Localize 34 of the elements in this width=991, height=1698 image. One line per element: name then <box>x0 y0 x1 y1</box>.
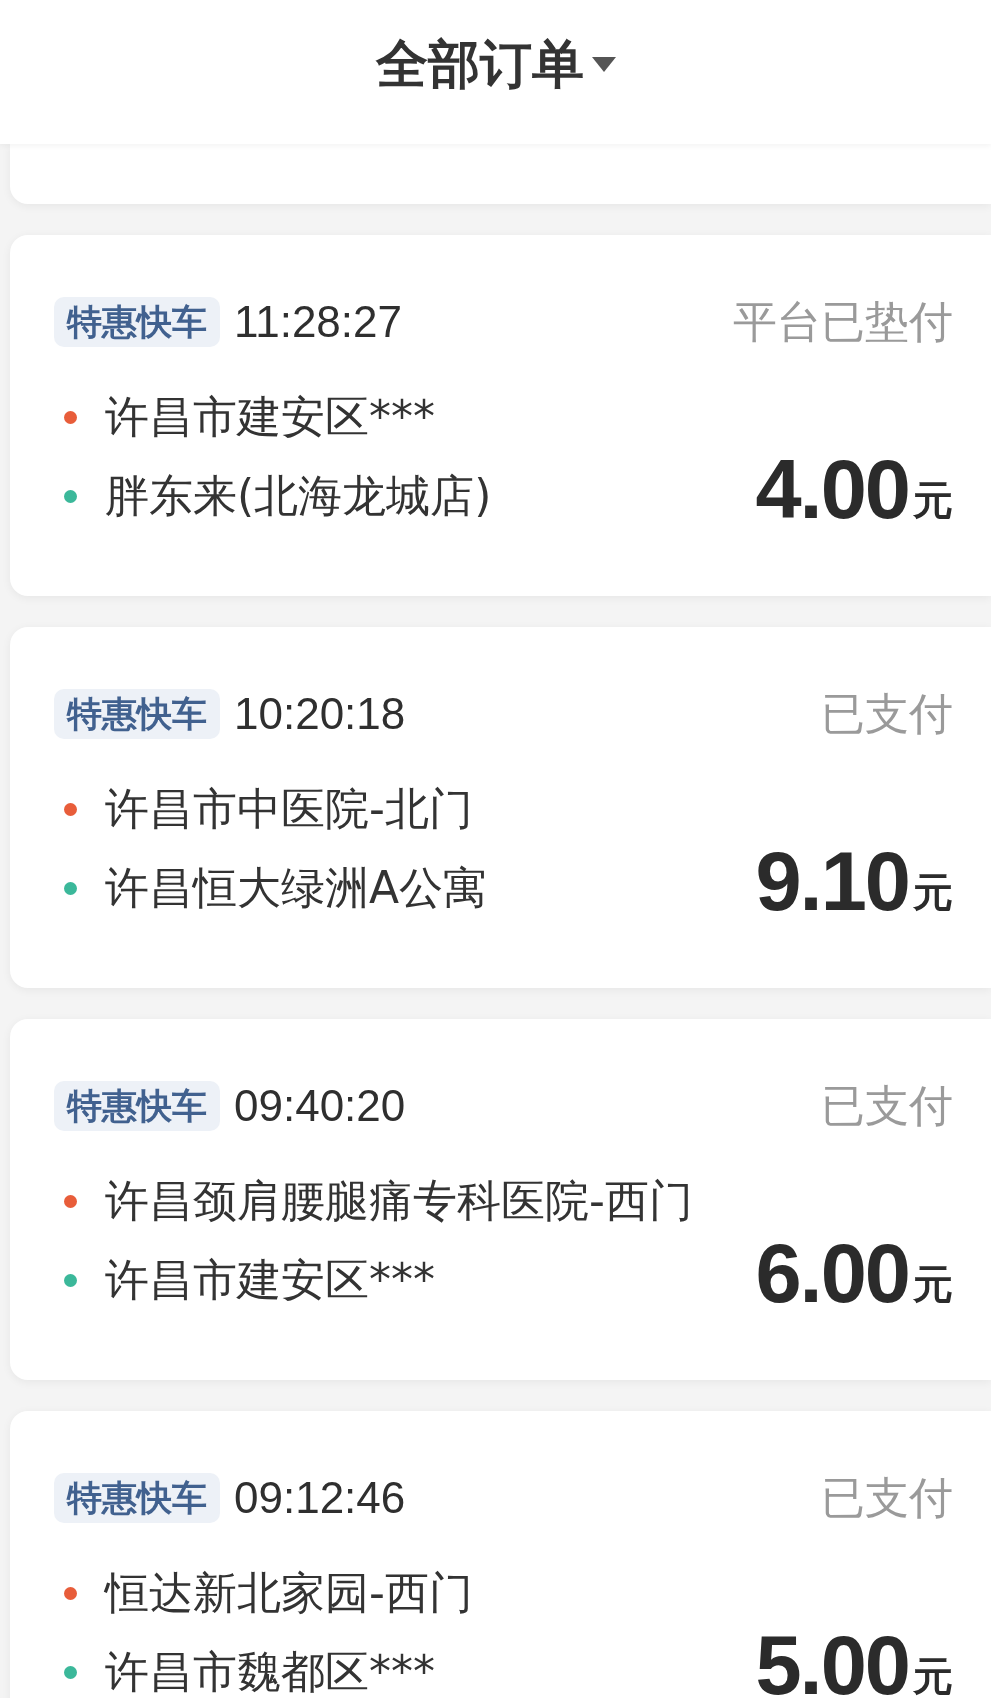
payment-status: 平台已垫付 <box>733 297 953 347</box>
address-text: 胖东来(北海龙城店) <box>105 469 492 523</box>
order-time: 09:40:20 <box>234 1081 406 1131</box>
order-time: 10:20:18 <box>234 689 406 739</box>
price-amount: 4.00 <box>755 460 909 520</box>
address-text: 许昌市建安区*** <box>105 1253 435 1307</box>
order-time: 09:12:46 <box>234 1473 406 1523</box>
price-amount: 9.10 <box>755 852 909 912</box>
currency-text: 元 <box>913 1656 953 1696</box>
address-text: 许昌恒大绿洲A公寓 <box>105 861 488 915</box>
payment-status: 已支付 <box>821 1081 953 1131</box>
address-text: 许昌市魏都区*** <box>105 1645 435 1698</box>
service-tag: 特惠快车 <box>54 689 220 739</box>
price-amount: 5.00 <box>755 1636 909 1696</box>
address-text: 许昌市建安区*** <box>105 390 435 444</box>
currency-text: 元 <box>913 1264 953 1304</box>
price-amount: 6.00 <box>755 1244 909 1304</box>
currency-text: 元 <box>913 480 953 520</box>
address-text: 恒达新北家园-西门 <box>105 1566 473 1620</box>
order-card[interactable]: 特惠快车 09:40:20 已支付 许昌颈肩腰腿痛专科医院-西门 许昌市建安区*** 6.00元 <box>10 1019 991 1380</box>
order-card[interactable]: 特惠快车 10:20:18 已支付 许昌市中医院-北门 许昌恒大绿洲A公寓 9.10元 <box>10 627 991 988</box>
order-filter-dropdown[interactable]: 全部订单 <box>375 36 616 92</box>
caret-icon <box>591 56 616 72</box>
currency-text: 元 <box>913 872 953 912</box>
service-tag: 特惠快车 <box>54 1081 220 1131</box>
service-tag: 特惠快车 <box>54 297 220 347</box>
order-card[interactable]: 特惠快车 09:12:46 已支付 恒达新北家园-西门 许昌市魏都区*** 5.00元 <box>10 1411 991 1698</box>
service-tag: 特惠快车 <box>54 1473 220 1523</box>
address-text: 许昌市中医院-北门 <box>105 782 473 836</box>
order-card[interactable]: 特惠快车 11:28:27 平台已垫付 许昌市建安区*** 胖东来(北海龙城店) 4.00元 <box>10 235 991 596</box>
order-time: 11:28:27 <box>234 297 402 347</box>
payment-status: 已支付 <box>821 1473 953 1523</box>
address-text: 许昌颈肩腰腿痛专科医院-西门 <box>105 1174 693 1228</box>
payment-status: 已支付 <box>821 689 953 739</box>
